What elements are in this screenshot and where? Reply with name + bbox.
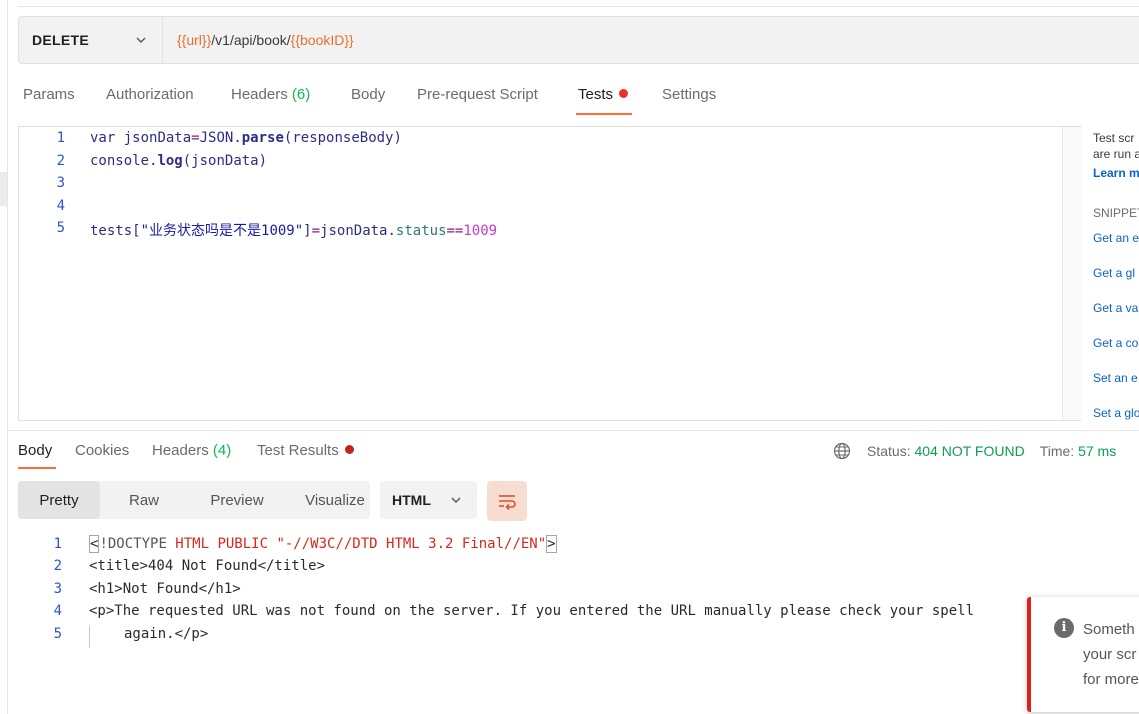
snippets-heading: SNIPPET (1093, 206, 1139, 220)
url-variable: {{bookID}} (290, 32, 354, 48)
test-results-indicator-dot (344, 445, 354, 454)
tab-headers[interactable]: Headers (6) (231, 86, 310, 103)
chevron-down-icon (136, 37, 146, 43)
url-path: /v1/api/book/ (211, 32, 291, 48)
line-number: 2 (53, 558, 62, 574)
tab-params[interactable]: Params (23, 86, 75, 103)
response-tab-headers[interactable]: Headers (4) (152, 442, 231, 459)
snippet-link[interactable]: Get a co (1093, 336, 1138, 350)
method-label: DELETE (32, 32, 90, 48)
response-divider (7, 430, 1139, 431)
request-url-bar: DELETE {{url}}/v1/api/book/{{bookID}} (18, 16, 1139, 64)
url-input[interactable]: {{url}}/v1/api/book/{{bookID}} (177, 17, 354, 63)
tab-body[interactable]: Body (351, 86, 385, 103)
tests-indicator-dot (619, 89, 629, 98)
top-divider (18, 6, 1139, 7)
tab-settings[interactable]: Settings (662, 86, 716, 103)
time-label: Time: (1039, 443, 1075, 459)
code-line: var jsonData=JSON.parse(responseBody) (90, 130, 402, 146)
line-number: 5 (56, 220, 65, 236)
response-tab-body[interactable]: Body (18, 442, 52, 459)
response-meta: Status: 404 NOT FOUND Time: 57 ms (833, 442, 1116, 460)
line-number: 3 (56, 175, 65, 191)
learn-more-link[interactable]: Learn m (1093, 166, 1139, 180)
code-line: console.log(jsonData) (90, 153, 268, 169)
response-code-line: <title>404 Not Found</title> (89, 558, 326, 574)
response-tab-cookies[interactable]: Cookies (75, 442, 129, 459)
active-tab-underline (18, 467, 56, 469)
snippet-link[interactable]: Get a gl (1093, 266, 1135, 280)
view-mode-preview[interactable]: Preview (182, 481, 292, 519)
method-select[interactable]: DELETE (19, 17, 163, 63)
response-tab-test-results[interactable]: Test Results (257, 442, 354, 459)
line-number: 1 (53, 536, 62, 552)
view-mode-raw[interactable]: Raw (108, 481, 180, 519)
line-number: 4 (56, 198, 65, 214)
chevron-down-icon (451, 497, 461, 503)
code-line: tests["业务状态吗是不是1009"]=jsonData.status==1… (90, 223, 498, 239)
sidebar-selected-marker (0, 172, 7, 206)
wrap-lines-icon (499, 495, 516, 510)
sidebar-edge (0, 0, 8, 714)
indent-guide (89, 626, 90, 648)
response-code-line: <!DOCTYPE HTML PUBLIC "-//W3C//DTD HTML … (89, 535, 557, 553)
response-code-line: again.</p> (124, 626, 209, 642)
line-number: 4 (53, 603, 62, 619)
headers-count: (6) (291, 86, 311, 103)
line-number: 1 (56, 130, 65, 146)
tab-tests[interactable]: Tests (578, 86, 629, 103)
error-toast[interactable]: i Someth your scr for more (1027, 597, 1139, 712)
info-icon: i (1054, 618, 1074, 638)
line-number: 5 (53, 626, 62, 642)
status-value[interactable]: 404 NOT FOUND (914, 443, 1024, 459)
snippet-link[interactable]: Set an e (1093, 371, 1138, 385)
view-mode-visualize[interactable]: Visualize (280, 481, 390, 519)
snippet-link[interactable]: Get a va (1093, 301, 1138, 315)
snippet-link[interactable]: Set a glo (1093, 406, 1139, 420)
line-number: 3 (53, 581, 62, 597)
url-variable: {{url}} (177, 32, 212, 48)
response-language-select[interactable]: HTML (380, 481, 477, 519)
time-value[interactable]: 57 ms (1078, 443, 1116, 459)
active-tab-underline (576, 113, 632, 115)
tests-help-text: Test scr are run a (1093, 131, 1139, 161)
snippet-link[interactable]: Get an e (1093, 231, 1139, 245)
status-label: Status: (867, 443, 911, 459)
response-headers-count: (4) (212, 442, 232, 459)
tests-script-editor[interactable]: 1 2 3 4 5 var jsonData=JSON.parse(respon… (18, 126, 1081, 421)
line-number: 2 (56, 153, 65, 169)
toast-message: Someth your scr for more (1083, 621, 1139, 688)
response-code-line: <h1>Not Found</h1> (89, 581, 241, 597)
response-code-line: <p>The requested URL was not found on th… (89, 603, 975, 619)
editor-scrollbar[interactable] (1062, 127, 1081, 420)
view-mode-selector: Pretty Raw Preview Visualize (18, 481, 370, 519)
view-mode-pretty[interactable]: Pretty (18, 481, 100, 519)
globe-icon[interactable] (833, 442, 851, 460)
tab-authorization[interactable]: Authorization (106, 86, 194, 103)
tab-pre-request-script[interactable]: Pre-request Script (417, 86, 538, 103)
wrap-lines-button[interactable] (487, 481, 527, 521)
